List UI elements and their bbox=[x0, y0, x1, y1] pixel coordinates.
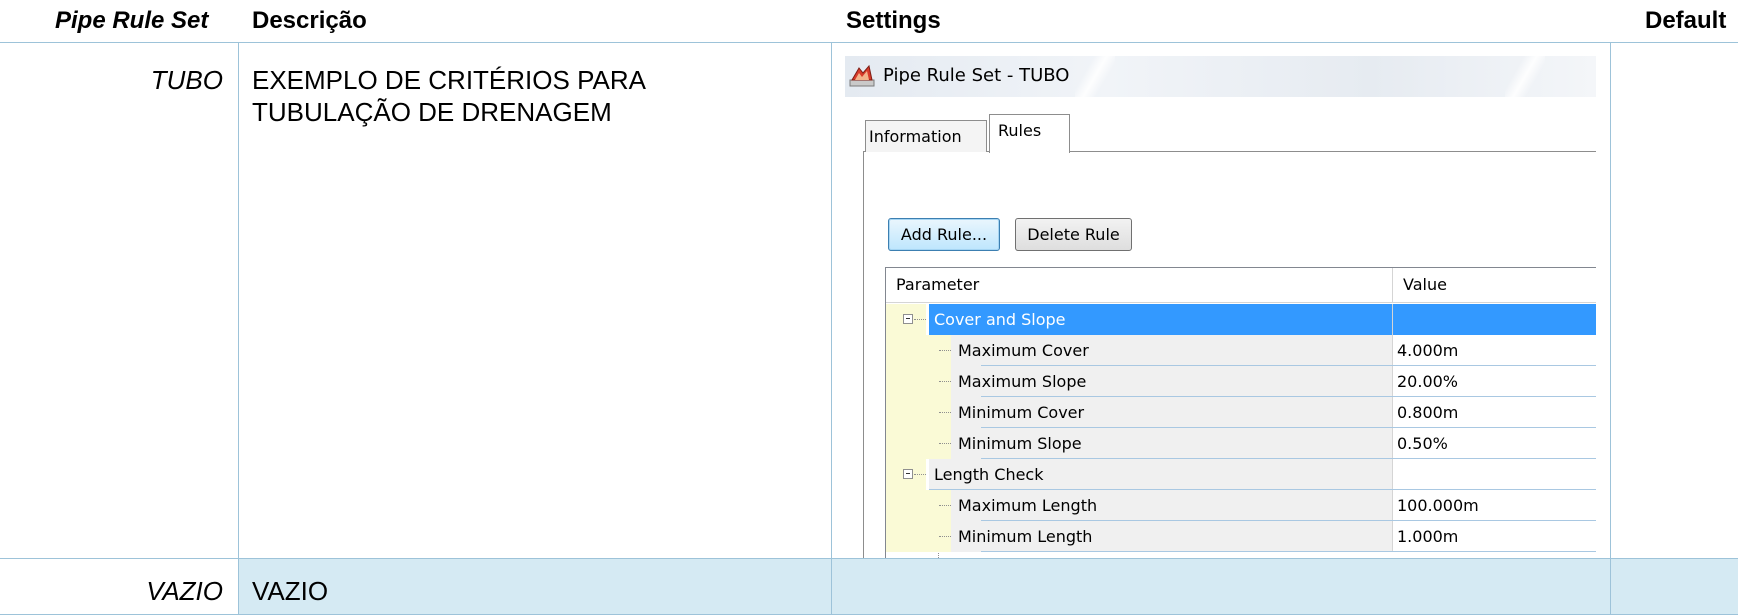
tab-information[interactable]: Information bbox=[865, 120, 987, 152]
group-label: Cover and Slope bbox=[929, 304, 1392, 335]
parameter-value[interactable]: 0.50% bbox=[1392, 428, 1596, 459]
collapse-icon[interactable] bbox=[903, 469, 913, 479]
header-settings: Settings bbox=[846, 7, 941, 34]
row-vazio-description: VAZIO bbox=[252, 576, 329, 606]
table-row[interactable]: Minimum Cover 0.800m bbox=[886, 397, 1596, 428]
parameter-value[interactable]: 4.000m bbox=[1392, 335, 1596, 366]
group-row-length-check[interactable]: Length Check bbox=[886, 459, 1596, 490]
civil-pipe-app-icon bbox=[849, 64, 875, 87]
group-row-cover-and-slope[interactable]: Cover and Slope bbox=[886, 304, 1596, 335]
parameter-label: Maximum Slope bbox=[958, 372, 1087, 391]
table-row[interactable]: Minimum Length 1.000m bbox=[886, 521, 1596, 552]
column-divider-1 bbox=[238, 42, 239, 615]
parameter-value[interactable]: 0.800m bbox=[1392, 397, 1596, 428]
parameter-label: Maximum Cover bbox=[958, 341, 1089, 360]
group-value bbox=[1392, 304, 1596, 335]
pipe-rule-set-dialog: Pipe Rule Set - TUBO Information Rules A… bbox=[845, 56, 1596, 558]
table-row[interactable]: Maximum Length 100.000m bbox=[886, 490, 1596, 521]
header-default: Default bbox=[1645, 7, 1727, 34]
column-divider-3 bbox=[1610, 42, 1611, 615]
header-divider bbox=[0, 42, 1738, 43]
rules-grid: Parameter Value Cover and Slope Maximum … bbox=[885, 267, 1596, 558]
table-row[interactable]: Maximum Slope 20.00% bbox=[886, 366, 1596, 397]
parameter-label: Maximum Length bbox=[958, 496, 1098, 515]
parameter-value[interactable]: 1.000m bbox=[1392, 521, 1596, 552]
tab-rules[interactable]: Rules bbox=[989, 114, 1070, 153]
dialog-title-bar[interactable]: Pipe Rule Set - TUBO bbox=[845, 56, 1596, 97]
column-divider-2 bbox=[831, 42, 832, 615]
grid-header: Parameter Value bbox=[886, 268, 1596, 303]
delete-rule-button[interactable]: Delete Rule bbox=[1015, 218, 1132, 251]
row-tubo-name: TUBO bbox=[150, 65, 223, 95]
parameter-value[interactable]: 100.000m bbox=[1392, 490, 1596, 521]
row-divider bbox=[0, 558, 1738, 559]
parameter-value[interactable]: 20.00% bbox=[1392, 366, 1596, 397]
dialog-title: Pipe Rule Set - TUBO bbox=[883, 65, 1070, 86]
column-header-parameter[interactable]: Parameter bbox=[896, 275, 979, 294]
table-header-row: Pipe Rule Set Descrição Settings Default bbox=[0, 0, 1738, 42]
parameter-label: Minimum Length bbox=[958, 527, 1093, 546]
group-value bbox=[1392, 459, 1596, 490]
row-tubo-description: EXEMPLO DE CRITÉRIOS PARA TUBULAÇÃO DE D… bbox=[252, 65, 645, 127]
group-label: Length Check bbox=[929, 459, 1392, 490]
parameter-label: Minimum Slope bbox=[958, 434, 1082, 453]
collapse-icon[interactable] bbox=[903, 314, 913, 324]
header-pipe-rule-set: Pipe Rule Set bbox=[55, 7, 209, 34]
header-descricao: Descrição bbox=[252, 7, 367, 34]
column-header-value[interactable]: Value bbox=[1403, 275, 1447, 294]
table-row[interactable]: Maximum Cover 4.000m bbox=[886, 335, 1596, 366]
add-rule-button[interactable]: Add Rule... bbox=[888, 218, 1000, 251]
row-vazio-name: VAZIO bbox=[146, 576, 223, 606]
table-row[interactable]: Minimum Slope 0.50% bbox=[886, 428, 1596, 459]
parameter-label: Minimum Cover bbox=[958, 403, 1085, 422]
